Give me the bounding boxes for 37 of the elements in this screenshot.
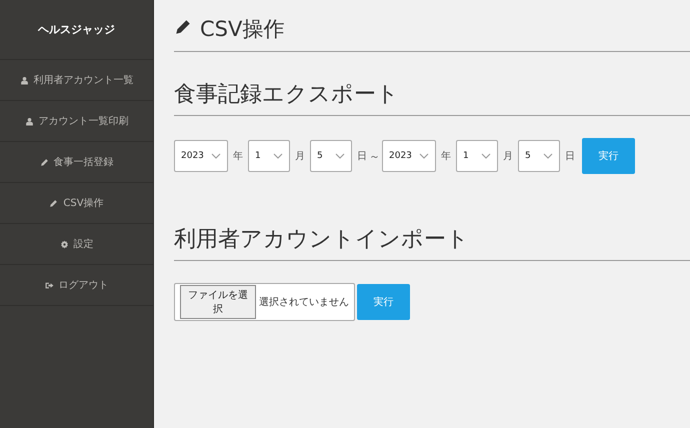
app-title: ヘルスジャッジ	[38, 22, 115, 37]
dropdown[interactable]: 1	[248, 140, 290, 172]
sidebar-item[interactable]: CSV操作	[0, 183, 153, 224]
pencil-icon	[174, 18, 192, 36]
dropdown[interactable]: 5	[518, 140, 560, 172]
unit-label: 日	[357, 150, 367, 163]
dropdown[interactable]: 1	[456, 140, 498, 172]
unit-label: 月	[295, 150, 305, 163]
unit-label: 月	[503, 150, 513, 163]
gear-icon	[60, 240, 68, 248]
sidebar-item[interactable]: 利用者アカウント一覧	[0, 60, 153, 101]
section-heading: 利用者アカウントインポート	[174, 224, 690, 261]
pencil-icon	[40, 158, 48, 166]
chevron-down-icon	[419, 153, 429, 159]
dropdown[interactable]: 2023	[174, 140, 228, 172]
page-title: CSV操作	[200, 16, 284, 42]
chevron-down-icon	[335, 153, 345, 159]
chevron-down-icon	[211, 153, 221, 159]
unit-label: 年	[233, 150, 243, 163]
sidebar-item[interactable]: 設定	[0, 224, 153, 265]
sidebar-item[interactable]: 食事一括登録	[0, 142, 153, 183]
chevron-down-icon	[481, 153, 491, 159]
pencil-icon	[49, 198, 58, 208]
sidebar-item[interactable]: アカウント一覧印刷	[0, 101, 153, 142]
chevron-down-icon	[273, 153, 283, 159]
range-separator: ～	[369, 148, 380, 164]
file-input[interactable]: ファイルを選択 選択されていません	[174, 283, 355, 321]
user-icon	[20, 76, 28, 84]
dropdown[interactable]: 5	[310, 140, 352, 172]
user-icon	[24, 116, 34, 126]
sidebar-item[interactable]: ログアウト	[0, 265, 153, 306]
unit-label: 日	[565, 150, 575, 163]
chevron-down-icon	[543, 153, 553, 159]
dropdown[interactable]: 2023	[382, 140, 436, 172]
section-heading: 食事記録エクスポート	[174, 79, 690, 116]
logout-icon	[44, 280, 54, 290]
unit-label: 年	[441, 150, 451, 163]
